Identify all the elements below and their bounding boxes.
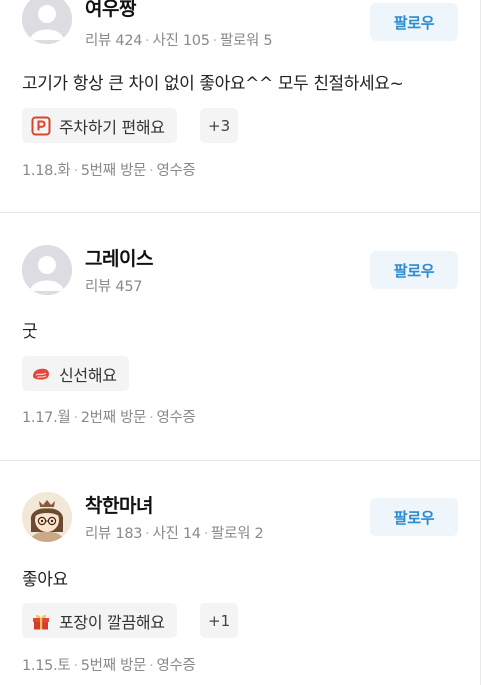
reviewer-stats: 리뷰 183 · 사진 14 · 팔로워 2 [85, 522, 264, 543]
default-avatar-icon [22, 0, 72, 44]
more-keywords-button[interactable]: +3 [200, 108, 239, 143]
keyword-tag[interactable]: 신선해요 [22, 356, 129, 391]
visit-info: 1.17.월 · 2번째 방문 · 영수증 [22, 406, 196, 427]
review-divider [0, 460, 480, 461]
separator-dot: · [149, 658, 154, 674]
default-avatar-icon [22, 245, 72, 295]
follow-button[interactable]: 팔로우 [370, 251, 458, 289]
separator-dot: · [149, 410, 154, 426]
visit-date: 1.17.월 [22, 410, 71, 426]
receipt-label: 영수증 [156, 658, 196, 674]
review-text: 굿 [22, 322, 38, 342]
meat-icon [33, 368, 49, 380]
visit-info: 1.15.토 · 5번째 방문 · 영수증 [22, 654, 196, 675]
photo-count: 사진 105 [152, 33, 210, 49]
review-count: 리뷰 457 [85, 279, 143, 295]
review-count: 리뷰 424 [85, 33, 143, 49]
review-text: 좋아요 [22, 570, 68, 590]
keyword-tag[interactable]: 포장이 깔끔해요 [22, 603, 177, 638]
follow-button[interactable]: 팔로우 [370, 498, 458, 536]
follow-button[interactable]: 팔로우 [370, 3, 458, 41]
separator-dot: · [73, 163, 78, 179]
parking-icon [31, 116, 51, 135]
keyword-tag-label: 포장이 깔끔해요 [59, 612, 165, 632]
reviewer-stats: 리뷰 424 · 사진 105 · 팔로워 5 [85, 29, 273, 50]
avatar[interactable] [22, 245, 72, 295]
avatar[interactable] [22, 492, 72, 542]
visit-info: 1.18.화 · 5번째 방문 · 영수증 [22, 159, 196, 180]
gift-icon [33, 614, 49, 629]
visit-date: 1.18.화 [22, 163, 71, 179]
separator-dot: · [145, 526, 150, 542]
receipt-label: 영수증 [156, 410, 196, 426]
nickname[interactable]: 착한마녀 [85, 491, 153, 518]
visit-count: 2번째 방문 [80, 410, 147, 426]
visit-date: 1.15.토 [22, 658, 71, 674]
character-avatar-icon [22, 492, 72, 542]
review-count: 리뷰 183 [85, 526, 143, 542]
nickname[interactable]: 여우짱 [85, 0, 136, 21]
keyword-tag-label: 주차하기 편해요 [59, 117, 165, 137]
separator-dot: · [73, 658, 78, 674]
nickname[interactable]: 그레이스 [85, 244, 153, 271]
receipt-label: 영수증 [156, 163, 196, 179]
visit-count: 5번째 방문 [80, 658, 147, 674]
review-divider [0, 212, 480, 213]
keyword-tag-label: 신선해요 [59, 365, 117, 385]
keyword-tag[interactable]: 주차하기 편해요 [22, 108, 177, 143]
separator-dot: · [203, 526, 209, 542]
separator-dot: · [212, 33, 218, 49]
review-text: 고기가 항상 큰 차이 없이 좋아요^^ 모두 친절하세요~ [22, 74, 404, 94]
separator-dot: · [149, 163, 154, 179]
visit-count: 5번째 방문 [80, 163, 147, 179]
separator-dot: · [73, 410, 78, 426]
avatar[interactable] [22, 0, 72, 44]
separator-dot: · [145, 33, 150, 49]
more-keywords-button[interactable]: +1 [200, 603, 239, 638]
reviewer-stats: 리뷰 457 [85, 275, 142, 296]
follower-count: 팔로워 5 [219, 33, 273, 49]
photo-count: 사진 14 [152, 526, 201, 542]
follower-count: 팔로워 2 [211, 526, 264, 542]
